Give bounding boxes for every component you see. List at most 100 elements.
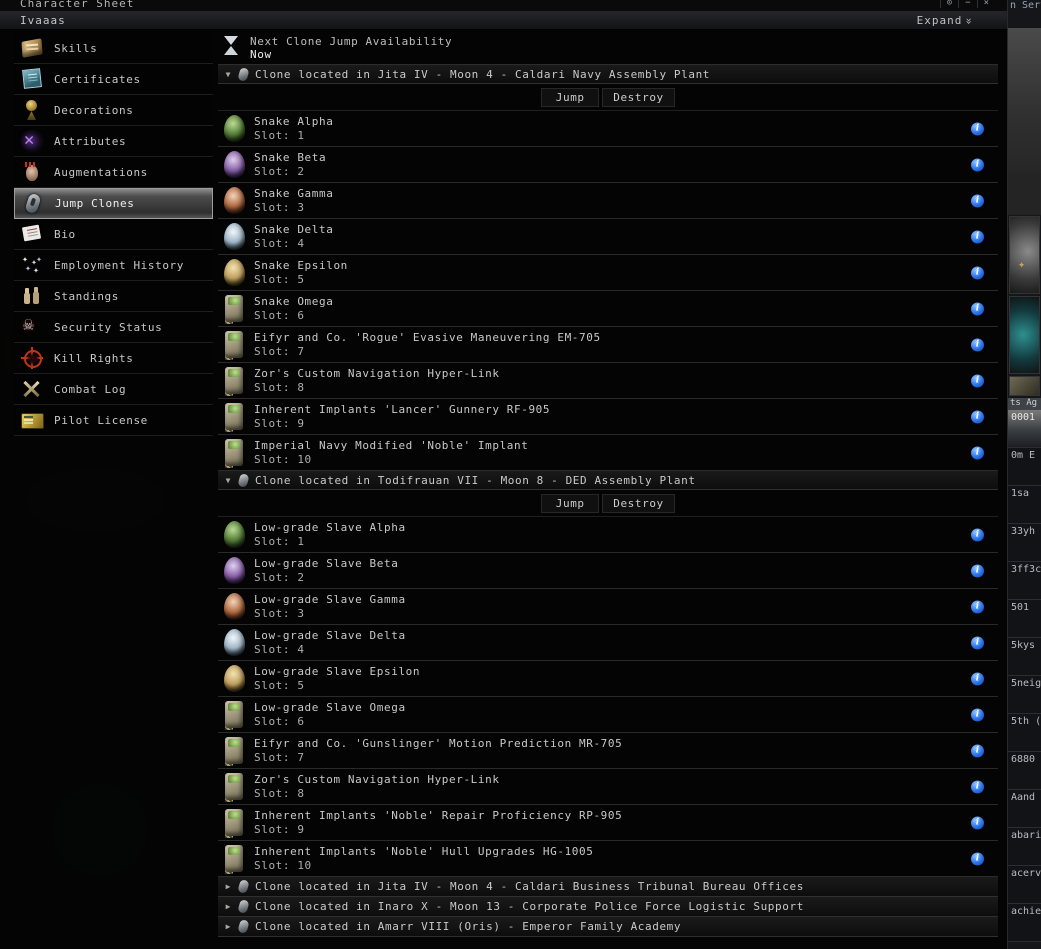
expand-triangle-icon[interactable]: ▶ xyxy=(224,882,232,891)
implant-row[interactable]: Low-grade Slave Alpha Slot: 1 i xyxy=(218,517,998,553)
info-icon[interactable]: i xyxy=(971,374,984,387)
pin-icon[interactable]: ⊙ xyxy=(939,0,958,8)
destroy-button[interactable]: Destroy xyxy=(602,493,675,513)
info-icon[interactable]: i xyxy=(971,122,984,135)
sidebar-item[interactable]: Certificates xyxy=(14,64,213,95)
implant-slot: Slot: 6 xyxy=(254,309,305,322)
implant-icon xyxy=(222,401,246,432)
sidebar-item[interactable]: Attributes xyxy=(14,126,213,157)
clone-pod-icon xyxy=(237,919,250,934)
implant-row[interactable]: Low-grade Slave Epsilon Slot: 5 i xyxy=(218,661,998,697)
implant-row[interactable]: Zor's Custom Navigation Hyper-Link Slot:… xyxy=(218,363,998,399)
implant-row[interactable]: Low-grade Slave Omega Slot: 6 i xyxy=(218,697,998,733)
implant-slot: Slot: 6 xyxy=(254,715,305,728)
implant-row[interactable]: Inherent Implants 'Noble' Repair Profici… xyxy=(218,805,998,841)
implant-name: Snake Alpha xyxy=(254,115,334,128)
info-icon[interactable]: i xyxy=(971,302,984,315)
expand-triangle-icon[interactable]: ▶ xyxy=(224,922,232,931)
info-icon[interactable]: i xyxy=(971,194,984,207)
implant-row[interactable]: Snake Gamma Slot: 3 i xyxy=(218,183,998,219)
implant-row[interactable]: Inherent Implants 'Lancer' Gunnery RF-90… xyxy=(218,399,998,435)
sidebar-item[interactable]: Pilot License xyxy=(14,405,213,436)
sidebar-item[interactable]: Employment History xyxy=(14,250,213,281)
sidebar-item[interactable]: Combat Log xyxy=(14,374,213,405)
jump-button[interactable]: Jump xyxy=(541,493,600,513)
implant-name: Low-grade Slave Epsilon xyxy=(254,665,421,678)
info-icon[interactable]: i xyxy=(971,636,984,649)
info-icon[interactable]: i xyxy=(971,780,984,793)
info-icon[interactable]: i xyxy=(971,266,984,279)
jump-button[interactable]: Jump xyxy=(541,87,600,107)
next-jump-value: Now xyxy=(250,48,272,61)
implant-row[interactable]: Low-grade Slave Delta Slot: 4 i xyxy=(218,625,998,661)
implant-row[interactable]: Snake Alpha Slot: 1 i xyxy=(218,111,998,147)
clone-header[interactable]: ▶ Clone located in Inaro X - Moon 13 - C… xyxy=(218,897,998,917)
implant-slot: Slot: 10 xyxy=(254,453,312,466)
sidebar-item-label: Security Status xyxy=(54,320,163,334)
info-icon[interactable]: i xyxy=(971,672,984,685)
sidebar-item[interactable]: Jump Clones xyxy=(14,188,213,219)
info-icon[interactable]: i xyxy=(971,852,984,865)
sidebar-item[interactable]: Decorations xyxy=(14,95,213,126)
implant-row[interactable]: Zor's Custom Navigation Hyper-Link Slot:… xyxy=(218,769,998,805)
expand-button[interactable]: Expand» xyxy=(917,14,976,27)
implant-icon xyxy=(222,771,246,802)
implant-icon xyxy=(222,699,246,730)
info-icon[interactable]: i xyxy=(971,564,984,577)
clone-header[interactable]: ▶ Clone located in Jita IV - Moon 4 - Ca… xyxy=(218,877,998,897)
implant-name: Low-grade Slave Omega xyxy=(254,701,406,714)
implant-icon xyxy=(222,663,246,694)
title-bar[interactable]: Character Sheet ⊙ − × xyxy=(0,0,1007,12)
sidebar-item[interactable]: Skills xyxy=(14,33,213,64)
info-icon[interactable]: i xyxy=(971,446,984,459)
sidebar-item[interactable]: Bio xyxy=(14,219,213,250)
background-list: 0001 0m E 1sa 33yh 3ff3c 501 5kys 5neig … xyxy=(1008,410,1041,942)
implant-icon xyxy=(222,555,246,586)
implant-row[interactable]: Snake Epsilon Slot: 5 i xyxy=(218,255,998,291)
implant-row[interactable]: Eifyr and Co. 'Gunslinger' Motion Predic… xyxy=(218,733,998,769)
clone-header[interactable]: ▼ Clone located in Jita IV - Moon 4 - Ca… xyxy=(218,65,998,84)
background-list-item: 5neig xyxy=(1008,676,1041,714)
info-icon[interactable]: i xyxy=(971,158,984,171)
implant-slot: Slot: 5 xyxy=(254,679,305,692)
implant-name: Snake Gamma xyxy=(254,187,334,200)
implant-row[interactable]: Inherent Implants 'Noble' Hull Upgrades … xyxy=(218,841,998,877)
implant-icon xyxy=(222,257,246,288)
clone-header[interactable]: ▼ Clone located in Todifrauan VII - Moon… xyxy=(218,471,998,490)
info-icon[interactable]: i xyxy=(971,338,984,351)
implant-row[interactable]: Low-grade Slave Beta Slot: 2 i xyxy=(218,553,998,589)
jump-clones-panel: Next Clone Jump Availability Now ▼ Clone… xyxy=(218,30,998,937)
implant-row[interactable]: Snake Omega Slot: 6 i xyxy=(218,291,998,327)
employment-history-stars-icon xyxy=(19,253,45,277)
collapse-triangle-icon[interactable]: ▼ xyxy=(224,476,232,485)
destroy-button[interactable]: Destroy xyxy=(602,87,675,107)
sidebar-item-label: Standings xyxy=(54,289,120,303)
info-icon[interactable]: i xyxy=(971,600,984,613)
sidebar-item[interactable]: Augmentations xyxy=(14,157,213,188)
expand-triangle-icon[interactable]: ▶ xyxy=(224,902,232,911)
implant-row[interactable]: Snake Delta Slot: 4 i xyxy=(218,219,998,255)
close-icon[interactable]: × xyxy=(976,0,995,8)
sidebar-item[interactable]: Security Status xyxy=(14,312,213,343)
clone-header[interactable]: ▶ Clone located in Amarr VIII (Oris) - E… xyxy=(218,917,998,937)
info-icon[interactable]: i xyxy=(971,816,984,829)
implant-slot: Slot: 3 xyxy=(254,607,305,620)
info-icon[interactable]: i xyxy=(971,708,984,721)
implant-row[interactable]: Imperial Navy Modified 'Noble' Implant S… xyxy=(218,435,998,471)
implant-row[interactable]: Low-grade Slave Gamma Slot: 3 i xyxy=(218,589,998,625)
info-icon[interactable]: i xyxy=(971,744,984,757)
implant-slot: Slot: 3 xyxy=(254,201,305,214)
implant-icon xyxy=(222,365,246,396)
collapse-triangle-icon[interactable]: ▼ xyxy=(224,70,232,79)
sidebar-item[interactable]: Kill Rights xyxy=(14,343,213,374)
implant-slot: Slot: 7 xyxy=(254,345,305,358)
sidebar-item[interactable]: Standings xyxy=(14,281,213,312)
info-icon[interactable]: i xyxy=(971,528,984,541)
info-icon[interactable]: i xyxy=(971,230,984,243)
clone-section: ▼ Clone located in Jita IV - Moon 4 - Ca… xyxy=(218,65,998,471)
implant-row[interactable]: Snake Beta Slot: 2 i xyxy=(218,147,998,183)
implant-row[interactable]: Eifyr and Co. 'Rogue' Evasive Maneuverin… xyxy=(218,327,998,363)
sidebar-item-label: Combat Log xyxy=(54,382,127,396)
minimize-icon[interactable]: − xyxy=(958,0,976,8)
info-icon[interactable]: i xyxy=(971,410,984,423)
